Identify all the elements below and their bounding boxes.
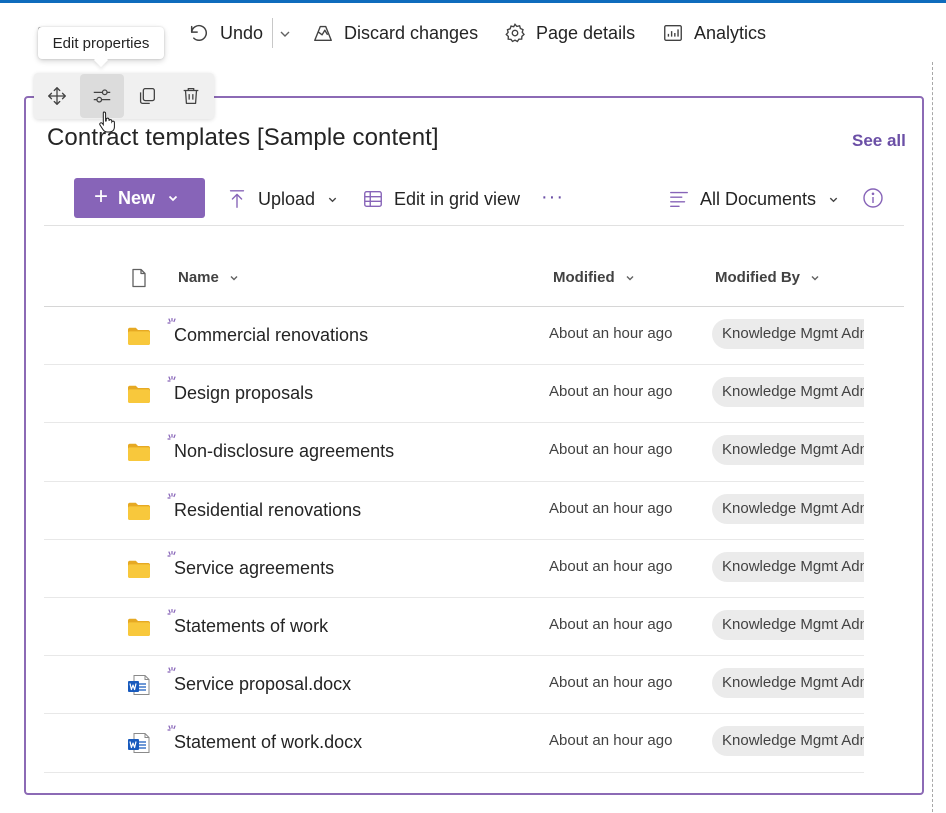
chevron-down-icon [328,197,337,202]
hand-cursor-icon [99,111,115,133]
move-icon [48,87,66,105]
item-modified: About an hour ago [549,615,673,633]
chevron-down-icon [168,195,178,202]
duplicate-webpart-button[interactable] [125,74,169,118]
undo-icon [190,24,208,41]
item-name[interactable]: Service agreements [174,558,334,579]
copy-icon [139,88,155,104]
see-all-link[interactable]: See all [852,131,906,151]
page-details-button[interactable]: Page details [504,20,635,46]
edit-in-grid-view-button[interactable]: Edit in grid view [362,186,520,212]
undo-label: Undo [220,22,264,43]
undo-button[interactable]: Undo [188,20,263,46]
list-item[interactable]: Design proposals About an hour ago Knowled… [44,365,864,424]
list-item[interactable]: Residential renovations About an hour ago… [44,482,864,540]
grid-icon [364,190,382,208]
move-webpart-button[interactable] [35,74,79,118]
item-name[interactable]: Residential renovations [174,500,361,521]
item-name[interactable]: Statements of work [174,616,328,637]
view-label: All Documents [700,188,817,209]
item-modified: About an hour ago [549,557,673,575]
folder-icon [128,618,150,636]
item-name[interactable]: Commercial renovations [174,325,368,346]
word-document-icon [128,675,150,696]
item-modified-by-persona[interactable]: Knowledge Mgmt Admin [712,609,864,640]
item-modified: About an hour ago [549,325,673,342]
delete-webpart-button[interactable] [169,74,213,118]
column-header-name[interactable]: Name [178,269,239,286]
folder-icon [128,502,150,520]
list-item[interactable]: Statement of work.docx About an hour ago K… [44,714,864,773]
list-item[interactable]: Statements of work About an hour ago Knowl… [44,598,864,657]
new-button[interactable]: + New [74,178,205,218]
folder-icon [128,327,150,345]
item-modified-by-persona[interactable]: Knowledge Mgmt Admin [712,493,864,524]
item-modified-by-persona[interactable]: Knowledge Mgmt Admin [712,551,864,582]
item-modified: About an hour ago [549,383,673,401]
webpart-toolbar [34,73,214,119]
item-modified: About an hour ago [549,732,673,750]
item-name[interactable]: Design proposals [174,383,313,404]
analytics-icon [664,24,682,42]
section-dashed-edge [932,62,933,812]
upload-icon [229,190,245,208]
list-item[interactable]: Service proposal.docx About an hour ago Kn… [44,656,864,715]
plus-icon: + [94,183,109,210]
item-modified-by-persona[interactable]: Knowledge Mgmt Admin [712,377,864,408]
discard-label: Discard changes [344,22,479,43]
upload-button[interactable]: Upload [226,186,338,212]
page-details-label: Page details [536,22,636,43]
list-item[interactable]: Commercial renovations About an hour ago K… [44,307,864,366]
undo-dropdown-chevron-icon[interactable] [278,27,292,41]
info-icon[interactable] [862,187,884,209]
undo-split-divider [272,18,273,48]
view-lines-icon [670,191,688,208]
word-document-icon [128,733,150,754]
item-name[interactable]: Service proposal.docx [174,674,351,695]
trash-icon [183,88,199,104]
item-modified-by-persona[interactable]: Knowledge Mgmt Admin [712,435,864,466]
folder-icon [128,444,150,462]
discard-changes-button[interactable]: Discard changes [312,20,478,46]
more-options-button[interactable]: ··· [541,184,564,210]
item-modified-by-persona[interactable]: Knowledge Mgmt Admin [712,668,864,699]
chevron-down-icon [811,275,819,280]
chevron-down-icon [829,197,838,202]
chevron-down-icon [626,275,634,280]
discard-icon [314,25,332,42]
item-modified: About an hour ago [549,674,673,692]
document-list: Commercial renovations About an hour ago K… [44,307,864,773]
item-modified: About an hour ago [549,441,673,459]
item-name[interactable]: Statement of work.docx [174,732,362,753]
sliders-icon [93,89,111,103]
column-header-modified[interactable]: Modified [553,269,635,286]
folder-icon [128,385,150,404]
gear-icon [505,23,525,43]
chevron-down-icon [230,275,238,280]
column-header-modified-by[interactable]: Modified By [715,269,820,286]
view-selector[interactable]: All Documents [668,186,839,212]
analytics-button[interactable]: Analytics [662,20,766,46]
list-item[interactable]: Service agreements About an hour ago Knowl… [44,540,864,598]
item-modified-by-persona[interactable]: Knowledge Mgmt Admin [712,726,864,757]
new-label: New [118,187,156,208]
folder-icon [128,560,150,578]
item-modified-by-persona[interactable]: Knowledge Mgmt Admin [712,319,864,349]
upload-label: Upload [258,188,316,209]
item-name[interactable]: Non-disclosure agreements [174,441,394,462]
command-bar-divider [44,225,904,226]
analytics-label: Analytics [694,22,767,43]
edit-properties-tooltip: Edit properties [38,27,164,59]
grid-view-label: Edit in grid view [394,188,521,209]
file-type-header-icon[interactable] [130,268,148,288]
list-item[interactable]: Non-disclosure agreements About an hour a… [44,423,864,482]
item-modified: About an hour ago [549,499,673,517]
